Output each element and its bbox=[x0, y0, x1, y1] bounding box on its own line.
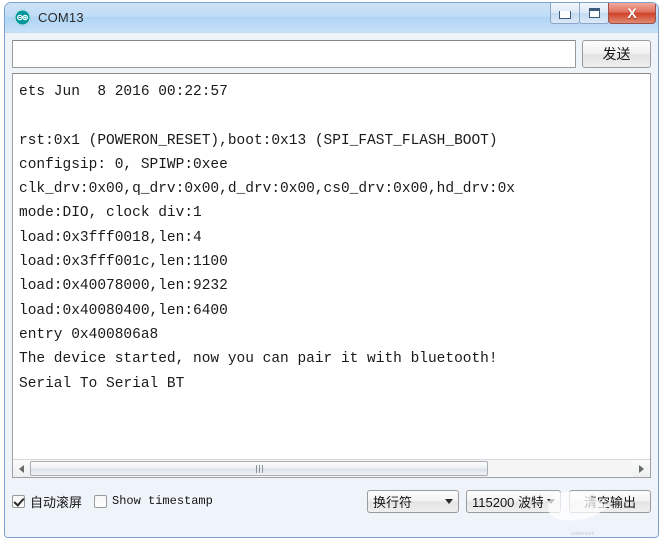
window-controls: X bbox=[550, 3, 656, 25]
arduino-logo-icon bbox=[14, 9, 31, 26]
line-ending-select[interactable]: 换行符 bbox=[367, 489, 459, 513]
show-timestamp-checkbox-box[interactable] bbox=[94, 494, 108, 508]
scrollbar-track[interactable] bbox=[30, 460, 633, 477]
minimize-icon bbox=[559, 11, 571, 19]
baud-rate-select[interactable]: 115200 波特 bbox=[466, 489, 561, 513]
scrollbar-grip-icon bbox=[255, 464, 263, 473]
send-row: 发送 bbox=[12, 40, 651, 68]
maximize-button[interactable] bbox=[579, 3, 609, 24]
show-timestamp-label: Show timestamp bbox=[112, 494, 213, 508]
scrollbar-thumb[interactable] bbox=[30, 461, 489, 476]
title-bar[interactable]: COM13 X bbox=[5, 3, 658, 33]
autoscroll-checkbox-box[interactable] bbox=[12, 494, 25, 508]
maximize-icon bbox=[588, 8, 600, 18]
chevron-down-icon bbox=[445, 498, 453, 504]
send-button[interactable]: 发送 bbox=[582, 40, 651, 68]
close-button[interactable]: X bbox=[608, 3, 656, 24]
scroll-right-icon[interactable] bbox=[633, 460, 650, 477]
show-timestamp-checkbox[interactable]: Show timestamp bbox=[94, 494, 213, 508]
close-icon: X bbox=[627, 5, 637, 21]
chevron-down-icon bbox=[547, 498, 555, 504]
window-title: COM13 bbox=[38, 10, 84, 25]
line-ending-value: 换行符 bbox=[373, 494, 413, 510]
bottom-toolbar: 自动滚屏 Show timestamp 换行符 115200 波特 清空输出 bbox=[12, 478, 651, 518]
baud-rate-value: 115200 波特 bbox=[472, 494, 543, 510]
autoscroll-label: 自动滚屏 bbox=[30, 494, 83, 510]
window-content: 发送 ets Jun 8 2016 00:22:57 rst:0x1 (POWE… bbox=[5, 33, 658, 537]
autoscroll-checkbox[interactable]: 自动滚屏 bbox=[12, 492, 82, 511]
serial-send-input[interactable] bbox=[12, 40, 576, 68]
horizontal-scrollbar[interactable] bbox=[13, 459, 650, 477]
scroll-left-icon[interactable] bbox=[13, 460, 30, 477]
serial-monitor-window: COM13 X 发送 ets Jun 8 2016 00:22:57 rst:0… bbox=[4, 2, 659, 538]
minimize-button[interactable] bbox=[550, 3, 580, 24]
serial-output-text: ets Jun 8 2016 00:22:57 rst:0x1 (POWERON… bbox=[19, 84, 515, 392]
serial-output-panel[interactable]: ets Jun 8 2016 00:22:57 rst:0x1 (POWERON… bbox=[12, 73, 651, 478]
clear-output-button[interactable]: 清空输出 bbox=[569, 489, 651, 513]
